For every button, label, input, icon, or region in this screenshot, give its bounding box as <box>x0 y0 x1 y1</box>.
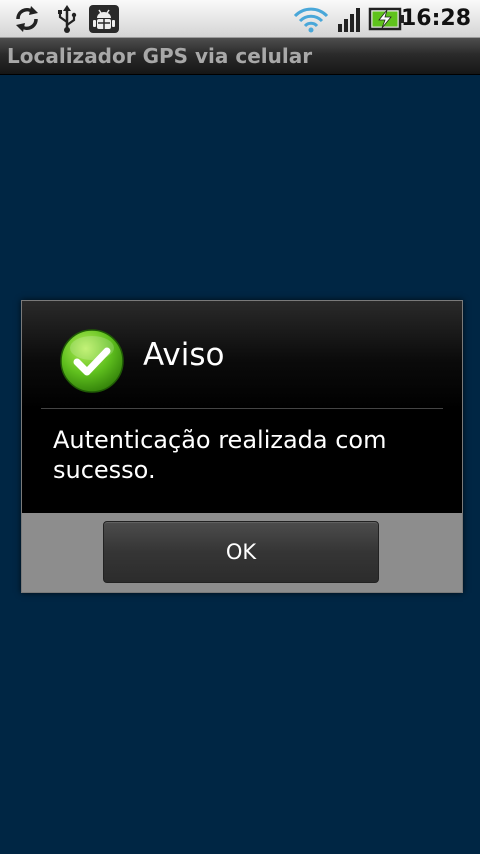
dialog-footer: OK <box>22 513 462 592</box>
ok-button-label: OK <box>225 540 257 564</box>
sync-icon <box>16 6 38 32</box>
usb-icon <box>58 5 77 33</box>
screen: 16:28 Localizador GPS via celular Aviso … <box>0 0 480 854</box>
dialog-title: Aviso <box>143 337 225 373</box>
dialog-header: Aviso <box>22 301 462 409</box>
alert-dialog: Aviso Autenticação realizada com sucesso… <box>21 300 463 593</box>
app-title: Localizador GPS via celular <box>7 44 313 68</box>
status-time: 16:28 <box>400 6 471 31</box>
signal-icon <box>338 8 360 32</box>
dialog-body: Autenticação realizada com sucesso. <box>22 409 462 513</box>
title-bar: Localizador GPS via celular <box>0 38 480 75</box>
dialog-message: Autenticação realizada com sucesso. <box>53 426 387 484</box>
wifi-icon <box>293 7 329 33</box>
status-bar: 16:28 <box>0 0 480 38</box>
debug-icon <box>89 5 119 33</box>
ok-button[interactable]: OK <box>103 521 379 583</box>
success-check-icon <box>60 329 124 393</box>
